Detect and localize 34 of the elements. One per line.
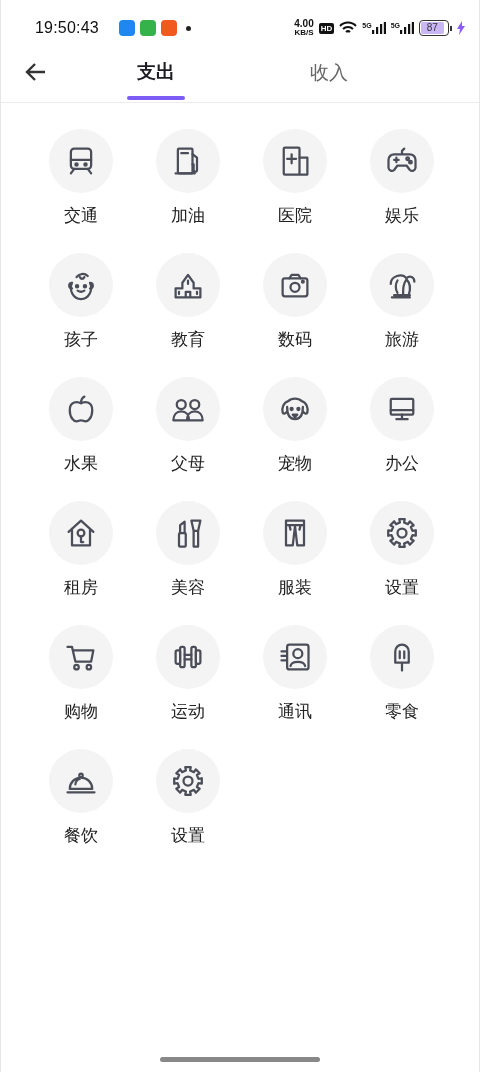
- battery-level: 87: [421, 22, 444, 34]
- category-item[interactable]: 设置: [348, 501, 455, 599]
- category-item[interactable]: 设置: [134, 749, 241, 847]
- category-item[interactable]: 旅游: [348, 253, 455, 351]
- wifi-icon: [339, 21, 358, 35]
- category-item[interactable]: 交通: [27, 129, 134, 227]
- category-item[interactable]: 服装: [241, 501, 348, 599]
- signal-icon: [400, 22, 414, 34]
- category-item[interactable]: 医院: [241, 129, 348, 227]
- tab[interactable]: 支出: [106, 56, 206, 102]
- network-speed-unit: KB/S: [294, 29, 314, 37]
- category-item[interactable]: 租房: [27, 501, 134, 599]
- category-item[interactable]: 加油: [134, 129, 241, 227]
- tab[interactable]: 收入: [279, 56, 379, 102]
- category-item[interactable]: 购物: [27, 625, 134, 723]
- category-item[interactable]: 娱乐: [348, 129, 455, 227]
- signal-icon: [371, 22, 386, 34]
- clock: 19:50:43: [35, 19, 99, 37]
- category-item[interactable]: 餐饮: [27, 749, 134, 847]
- category-item[interactable]: 美容: [134, 501, 241, 599]
- category-item[interactable]: 孩子: [27, 253, 134, 351]
- category-item[interactable]: 运动: [134, 625, 241, 723]
- category-item[interactable]: 数码: [241, 253, 348, 351]
- category-item[interactable]: 通讯: [241, 625, 348, 723]
- hd-voice-badge: HD: [318, 22, 335, 34]
- category-item[interactable]: 教育: [134, 253, 241, 351]
- category-item[interactable]: 父母: [134, 377, 241, 475]
- notification-dot: [185, 25, 191, 31]
- category-item[interactable]: 零食: [348, 625, 455, 723]
- network-speed: 4.00: [294, 19, 314, 29]
- category-item[interactable]: 宠物: [241, 377, 348, 475]
- category-item[interactable]: 水果: [27, 377, 134, 475]
- category-item[interactable]: 办公: [348, 377, 455, 475]
- back-arrow-icon[interactable]: [25, 61, 47, 83]
